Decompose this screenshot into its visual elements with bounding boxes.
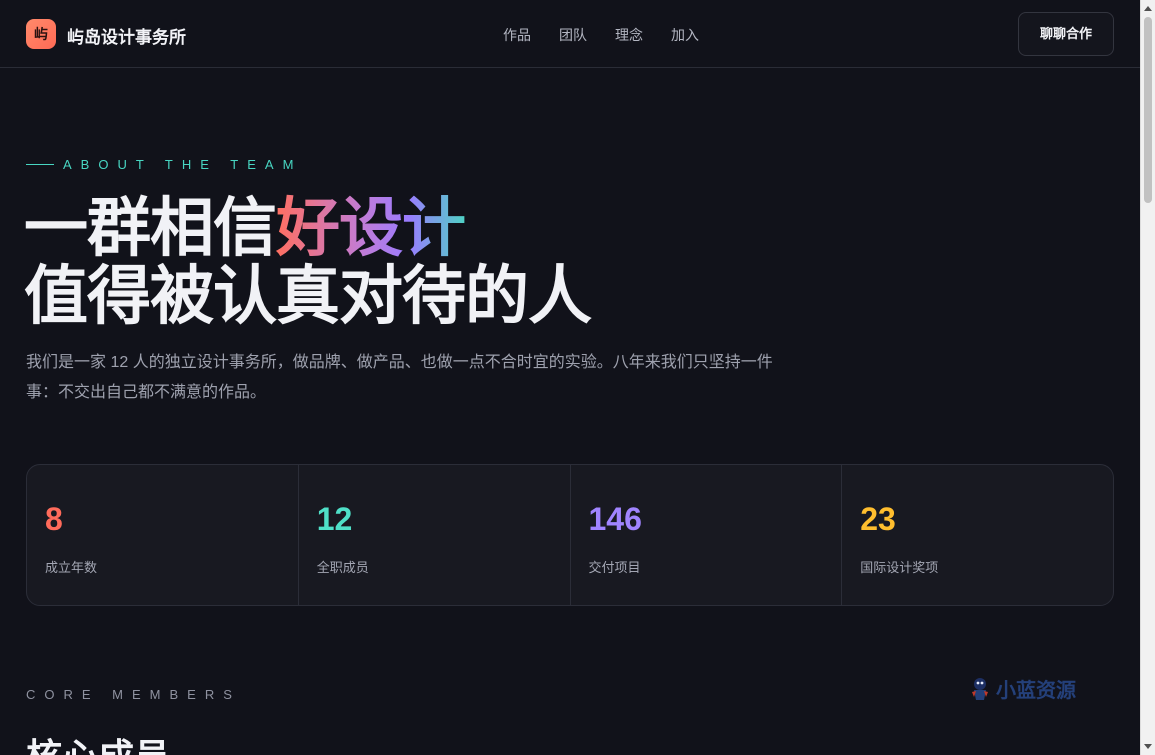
logo-icon[interactable]: 屿 xyxy=(26,19,56,49)
nav-link-team[interactable]: 团队 xyxy=(559,25,587,45)
nav-link-join[interactable]: 加入 xyxy=(671,25,699,45)
stat-value: 23 xyxy=(860,501,896,537)
stat-value: 12 xyxy=(316,501,353,537)
members-eyebrow: CORE MEMBERS xyxy=(26,687,241,702)
stat-label: 全职成员 xyxy=(316,560,369,575)
scroll-down-icon[interactable] xyxy=(1144,744,1152,749)
top-nav: 屿 屿岛设计事务所 作品 团队 理念 加入 聊聊合作 xyxy=(0,0,1140,68)
contact-button[interactable]: 聊聊合作 xyxy=(1018,12,1114,56)
eyebrow-line xyxy=(26,164,54,165)
headline-line2: 值得被认真对待的人 xyxy=(24,260,592,332)
watermark-text: 小蓝资源 xyxy=(996,680,1076,702)
headline-plain: 一群相信 xyxy=(24,192,277,264)
scrollbar-thumb[interactable] xyxy=(1144,17,1152,203)
stat-years: 8 成立年数 xyxy=(27,465,299,605)
stats-panel: 8 成立年数 12 全职成员 146 交付项目 23 国际设计奖项 xyxy=(26,464,1114,606)
stat-label: 成立年数 xyxy=(45,560,98,575)
stat-value: 146 xyxy=(588,501,642,537)
stat-members: 12 全职成员 xyxy=(299,465,571,605)
stat-awards: 23 国际设计奖项 xyxy=(842,465,1113,605)
stat-label: 国际设计奖项 xyxy=(860,560,939,575)
mascot-icon xyxy=(972,677,988,700)
brand-name[interactable]: 屿岛设计事务所 xyxy=(67,23,186,48)
eyebrow-text: ABOUT THE TEAM xyxy=(63,157,303,172)
hero-headline: 一群相信好设计 值得被认真对待的人 xyxy=(24,196,592,332)
page-scrollbar[interactable] xyxy=(1140,0,1155,755)
watermark: 小蓝资源 xyxy=(968,674,1076,703)
stat-value: 8 xyxy=(45,501,63,537)
hero-intro: 我们是一家 12 人的独立设计事务所，做品牌、做产品、也做一点不合时宜的实验。八… xyxy=(26,354,773,401)
nav-link-philosophy[interactable]: 理念 xyxy=(615,25,643,45)
headline-highlight: 好设计 xyxy=(276,192,466,264)
about-eyebrow: ABOUT THE TEAM xyxy=(26,157,302,172)
stat-label: 交付项目 xyxy=(588,560,641,575)
members-title: 核心成员 xyxy=(26,728,170,755)
nav-link-works[interactable]: 作品 xyxy=(503,25,531,45)
nav-links: 作品 团队 理念 加入 xyxy=(503,25,699,45)
scroll-up-icon[interactable] xyxy=(1144,6,1152,11)
stat-projects: 146 交付项目 xyxy=(571,465,843,605)
page-viewport: 屿 屿岛设计事务所 作品 团队 理念 加入 聊聊合作 ABOUT THE TEA… xyxy=(0,0,1140,755)
